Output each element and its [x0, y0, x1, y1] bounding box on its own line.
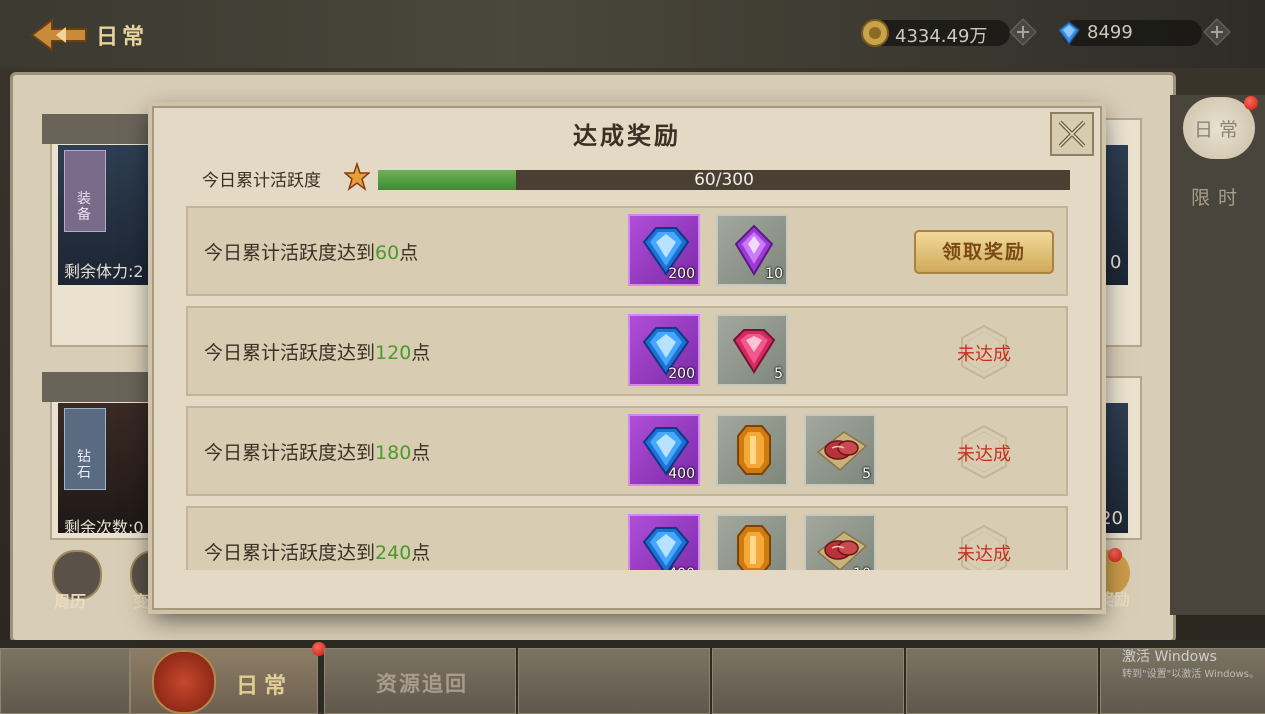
reward-count: 200 — [668, 366, 695, 382]
requirement-points: 60 — [375, 242, 400, 264]
activity-star-icon — [342, 161, 372, 192]
reward-requirement-label: 今日累计活跃度达到240点 — [204, 538, 430, 565]
change-label[interactable]: 变 — [133, 588, 149, 612]
card-banner — [42, 372, 160, 402]
requirement-unit: 点 — [399, 242, 419, 264]
notification-dot — [1108, 548, 1122, 562]
notification-dot — [1244, 96, 1258, 110]
card-banner — [42, 114, 160, 144]
reward-count: 200 — [668, 266, 695, 282]
gold-coin-icon — [860, 18, 890, 48]
activity-progress-bar: 60/300 — [378, 170, 1070, 190]
reward-item[interactable]: 400 — [628, 414, 700, 486]
reward-requirement-label: 今日累计活跃度达到60点 — [204, 238, 418, 265]
requirement-unit: 点 — [411, 542, 431, 564]
windows-activation-hint: 转到"设置"以激活 Windows。 — [1122, 669, 1260, 680]
reward-item[interactable]: 10 — [804, 514, 876, 570]
requirement-points: 180 — [375, 442, 412, 464]
page-title: 日常 — [96, 25, 149, 50]
requirement-unit: 点 — [411, 442, 431, 464]
tab-daily-label: 日常 — [1193, 119, 1244, 141]
reward-count: 400 — [668, 466, 695, 482]
gold-value: 4334.49万 — [895, 26, 988, 47]
bottom-tab-resource-label: 资源追回 — [376, 672, 468, 696]
not-achieved-label: 未达成 — [957, 344, 1011, 365]
back-arrow-icon[interactable] — [30, 18, 90, 52]
weekly-calendar-label[interactable]: 周历 — [54, 588, 86, 612]
claim-reward-button[interactable]: 领取奖励 — [914, 230, 1054, 274]
diamond-icon — [1055, 20, 1083, 46]
requirement-text: 今日累计活跃度达到 — [204, 342, 376, 364]
dialog-title: 达成奖励 — [573, 122, 681, 150]
requirement-points: 120 — [375, 342, 412, 364]
right-card-number: 0 — [1110, 252, 1122, 273]
windows-activation-watermark: 激活 Windows — [1122, 649, 1217, 665]
reward-list[interactable]: 今日累计活跃度达到60点 200 10 领取奖励 今日累计活跃度达到120点 200 5 未达… — [186, 206, 1070, 570]
reward-row: 今日累计活跃度达到60点 200 10 领取奖励 — [186, 206, 1068, 296]
reward-item[interactable]: 400 — [628, 514, 700, 570]
reward-label[interactable]: 奖励 — [1098, 586, 1130, 610]
reward-row: 今日累计活跃度达到120点 200 5 未达成 — [186, 306, 1068, 396]
reward-item[interactable]: 200 — [628, 214, 700, 286]
card-tag-badge: 装备 — [64, 150, 106, 232]
not-achieved-label: 未达成 — [957, 544, 1011, 565]
card-remaining-text: 剩余体力:2 — [64, 262, 144, 281]
activity-progress-text: 60/300 — [694, 170, 754, 190]
bottom-tab-empty — [518, 648, 710, 714]
bottom-tab-blank — [0, 648, 130, 714]
reward-item[interactable] — [716, 414, 788, 486]
reward-requirement-label: 今日累计活跃度达到180点 — [204, 438, 430, 465]
reward-requirement-label: 今日累计活跃度达到120点 — [204, 338, 430, 365]
close-button[interactable] — [1050, 112, 1094, 156]
bottom-tab-empty — [906, 648, 1098, 714]
requirement-text: 今日累计活跃度达到 — [204, 242, 376, 264]
not-achieved-stamp: 未达成 — [944, 324, 1024, 380]
add-gold-button[interactable] — [1008, 17, 1038, 47]
requirement-unit: 点 — [411, 342, 431, 364]
right-tab-panel — [1170, 95, 1265, 615]
bottom-tab-daily-label: 日常 — [236, 674, 293, 699]
reward-item[interactable]: 200 — [628, 314, 700, 386]
reward-row: 今日累计活跃度达到180点 400 5 未达成 — [186, 406, 1068, 496]
reward-item[interactable]: 5 — [804, 414, 876, 486]
reward-count: 10 — [853, 566, 871, 570]
card-remaining-text: 剩余次数:0 — [64, 518, 144, 537]
helmet-icon — [152, 650, 216, 714]
not-achieved-label: 未达成 — [957, 444, 1011, 465]
reward-count: 10 — [765, 266, 783, 282]
requirement-text: 今日累计活跃度达到 — [204, 542, 376, 564]
reward-row: 今日累计活跃度达到240点 400 10 未达成 — [186, 506, 1068, 570]
card-tag-label: 钻石 — [77, 449, 91, 481]
activity-label: 今日累计活跃度 — [202, 171, 321, 191]
reward-count: 5 — [862, 466, 871, 482]
add-diamond-button[interactable] — [1202, 17, 1232, 47]
not-achieved-stamp: 未达成 — [944, 424, 1024, 480]
card-tag-badge: 钻石 — [64, 408, 106, 490]
reward-item[interactable] — [716, 514, 788, 570]
achievement-reward-dialog: 达成奖励 今日累计活跃度 60/300 今日累计活跃度达到60点 200 10 领取奖… — [152, 106, 1102, 610]
not-achieved-stamp: 未达成 — [944, 524, 1024, 570]
requirement-text: 今日累计活跃度达到 — [204, 442, 376, 464]
reward-count: 400 — [668, 566, 695, 570]
requirement-points: 240 — [375, 542, 412, 564]
diamond-value: 8499 — [1087, 22, 1133, 43]
tab-limited[interactable]: 限时 — [1178, 183, 1258, 210]
reward-item[interactable]: 10 — [716, 214, 788, 286]
card-tag-label: 装备 — [77, 191, 91, 223]
reward-item[interactable]: 5 — [716, 314, 788, 386]
close-icon — [1058, 120, 1086, 148]
right-card-number: 20 — [1100, 508, 1123, 529]
reward-count: 5 — [774, 366, 783, 382]
bottom-tab-empty — [712, 648, 904, 714]
